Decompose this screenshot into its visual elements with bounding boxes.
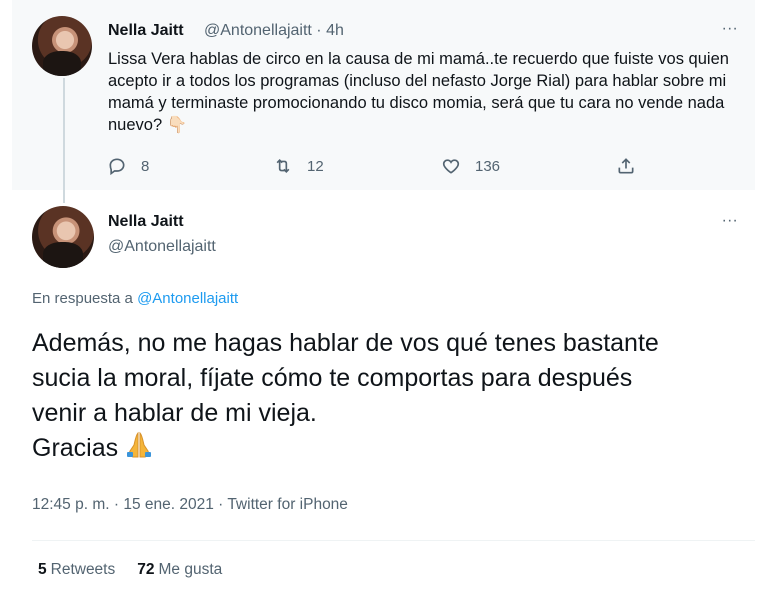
likes-label: Me gusta (158, 561, 223, 578)
tweet-text-line: venir a hablar de mi vieja. (32, 399, 317, 427)
reply-action[interactable]: 8 (107, 156, 149, 176)
retweets-stat[interactable]: 5 Retweets (38, 561, 115, 579)
reply-icon (109, 158, 125, 176)
main-more-dots-icon[interactable]: ∙∙∙ (722, 212, 738, 230)
tweet-text-last: Gracias (32, 434, 119, 462)
retweets-label: Retweets (50, 561, 116, 578)
tweet-thread: Nella Jaitt @Antonellajaitt · 4h ∙∙∙ Lis… (0, 0, 767, 592)
tweet-text-line: Gracias (32, 431, 752, 466)
share-icon (618, 158, 634, 174)
likes-stat[interactable]: 72 Me gusta (137, 561, 222, 579)
tweet-timestamp[interactable]: 12:45 p. m. · 15 ene. 2021 · Twitter for… (32, 496, 348, 514)
divider (32, 540, 755, 541)
like-count: 136 (475, 157, 501, 175)
folded-hands-emoji-icon (127, 431, 152, 458)
thread-connector-line (63, 78, 65, 203)
main-handle[interactable]: @Antonellajaitt (108, 238, 216, 256)
parent-avatar[interactable] (32, 16, 92, 76)
retweet-action[interactable]: 12 (273, 156, 324, 176)
retweet-count: 12 (307, 157, 324, 175)
main-display-name[interactable]: Nella Jaitt (108, 213, 184, 231)
like-action[interactable]: 136 (441, 156, 500, 176)
reply-mention-link[interactable]: @Antonellajaitt (137, 290, 238, 307)
main-avatar[interactable] (32, 206, 94, 268)
parent-more-dots-icon[interactable]: ∙∙∙ (722, 20, 738, 38)
tweet-text-line: Además, no me hagas hablar de vos qué te… (32, 329, 659, 357)
tweet-text-line: sucia la moral, fíjate cómo te comportas… (32, 364, 633, 392)
retweet-icon (276, 158, 290, 174)
engagement-stats: 5 Retweets 72 Me gusta (38, 561, 222, 579)
share-action[interactable] (616, 156, 636, 176)
retweets-count: 5 (38, 561, 47, 578)
reply-prefix: En respuesta a (32, 290, 133, 307)
parent-display-name[interactable]: Nella Jaitt (108, 22, 184, 40)
parent-handle-time[interactable]: @Antonellajaitt · 4h (204, 22, 344, 40)
reply-context: En respuesta a @Antonellajaitt (32, 290, 238, 307)
main-tweet-text: Además, no me hagas hablar de vos qué te… (32, 326, 752, 466)
heart-icon (442, 159, 460, 174)
reply-count: 8 (141, 157, 150, 175)
likes-count: 72 (137, 561, 155, 578)
parent-tweet-text: Lissa Vera hablas de circo en la causa d… (108, 50, 729, 134)
